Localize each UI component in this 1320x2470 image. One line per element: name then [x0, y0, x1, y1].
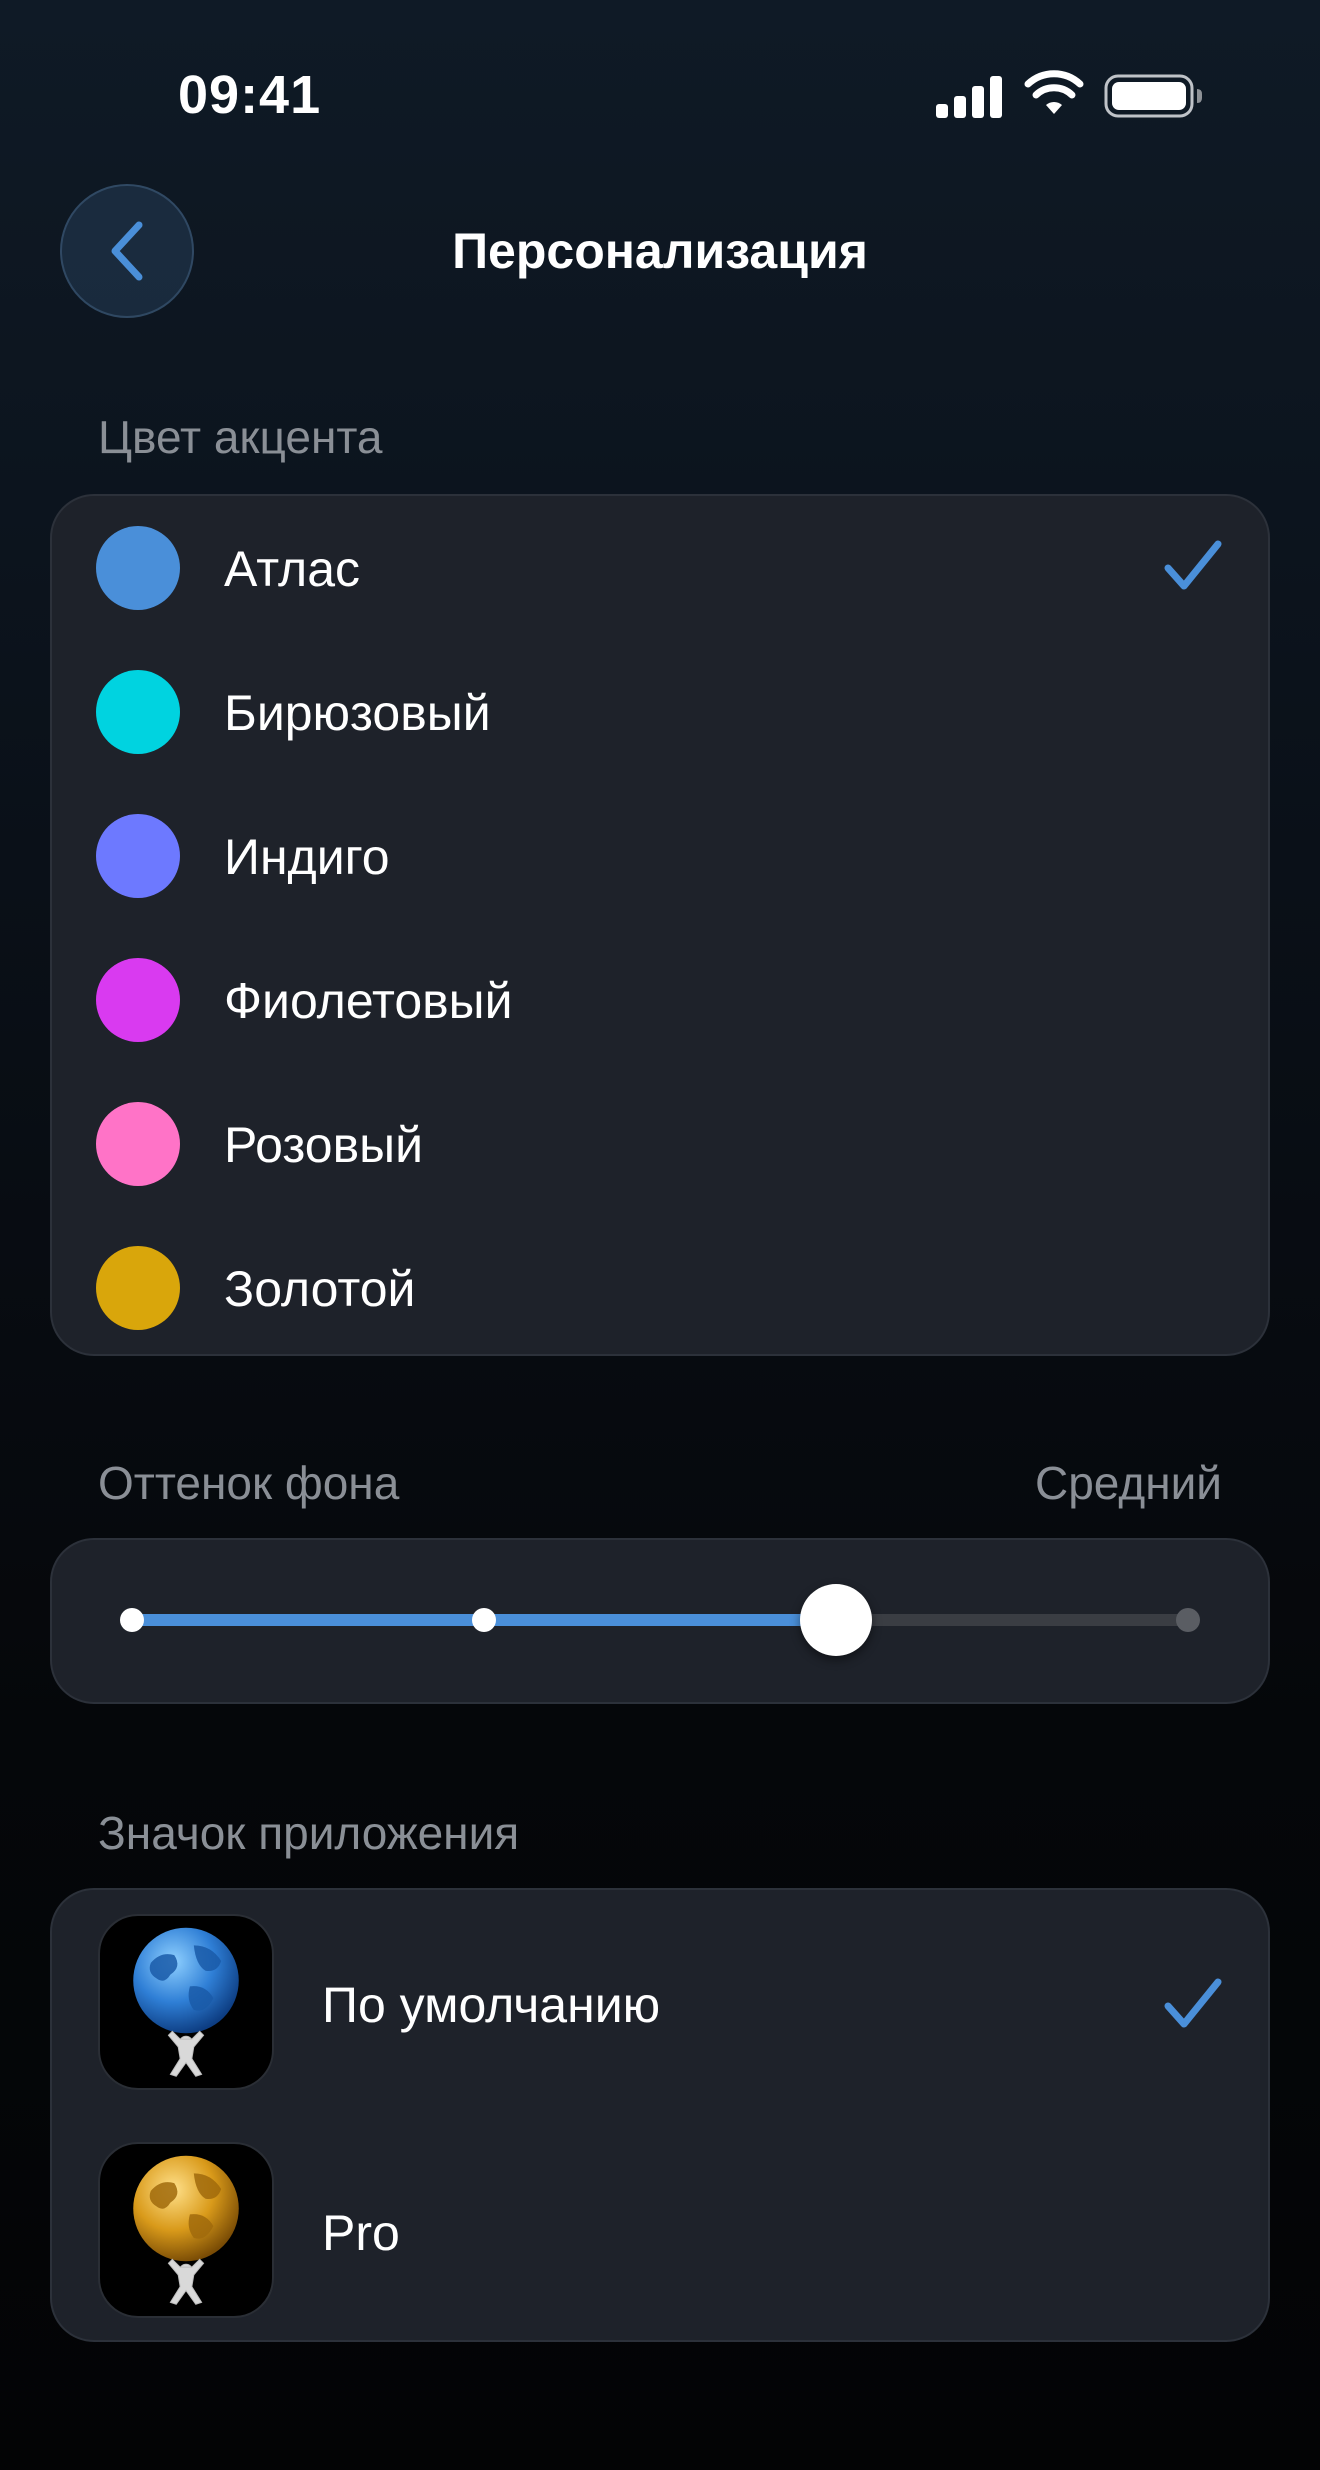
accent-option-row[interactable]: Атлас [52, 496, 1268, 640]
color-swatch [96, 526, 180, 610]
app-icon-option-label: По умолчанию [322, 1977, 661, 2033]
accent-option-row[interactable]: Индиго [52, 784, 1268, 928]
wifi-icon [1024, 70, 1084, 114]
checkmark-icon [1164, 1978, 1222, 2030]
slider-step-dot[interactable] [120, 1608, 144, 1632]
accent-option-row[interactable]: Розовый [52, 1072, 1268, 1216]
color-swatch [96, 958, 180, 1042]
accent-option-label: Фиолетовый [224, 973, 513, 1029]
color-swatch [96, 1102, 180, 1186]
background-tint-value: Средний [1034, 1457, 1222, 1509]
color-swatch [96, 814, 180, 898]
app-icon-option-row[interactable]: Pro [52, 2118, 1268, 2346]
accent-option-label: Золотой [224, 1261, 416, 1317]
accent-color-list: Атлас Бирюзовый Индиго Фиолетовый Розовый Зол… [50, 494, 1270, 1356]
app-icon-option-label: Pro [322, 2205, 400, 2261]
checkmark-icon [1164, 540, 1222, 592]
accent-option-label: Индиго [224, 829, 390, 885]
accent-option-row[interactable]: Бирюзовый [52, 640, 1268, 784]
slider-knob[interactable] [800, 1584, 872, 1656]
accent-option-label: Бирюзовый [224, 685, 491, 741]
app-icon-option-row[interactable]: По умолчанию [52, 1890, 1268, 2118]
atlas-gold-globe-icon [98, 2142, 274, 2318]
background-tint-card [50, 1538, 1270, 1704]
slider-step-dot[interactable] [472, 1608, 496, 1632]
accent-option-label: Розовый [224, 1117, 423, 1173]
background-tint-label: Оттенок фона [98, 1457, 400, 1509]
battery-icon [1104, 74, 1202, 118]
accent-section-label: Цвет акцента [98, 411, 383, 463]
cellular-signal-icon [936, 76, 1002, 118]
accent-option-label: Атлас [224, 541, 361, 597]
background-tint-slider[interactable] [120, 1584, 1200, 1656]
accent-option-row[interactable]: Фиолетовый [52, 928, 1268, 1072]
app-icon-list: По умолчанию Pro [50, 1888, 1270, 2342]
page-title: Персонализация [452, 223, 868, 279]
app-icon-section-label: Значок приложения [98, 1807, 520, 1859]
color-swatch [96, 1246, 180, 1330]
status-time: 09:41 [178, 65, 322, 125]
slider-step-dot[interactable] [1176, 1608, 1200, 1632]
color-swatch [96, 670, 180, 754]
accent-option-row[interactable]: Золотой [52, 1216, 1268, 1360]
atlas-blue-globe-icon [98, 1914, 274, 2090]
